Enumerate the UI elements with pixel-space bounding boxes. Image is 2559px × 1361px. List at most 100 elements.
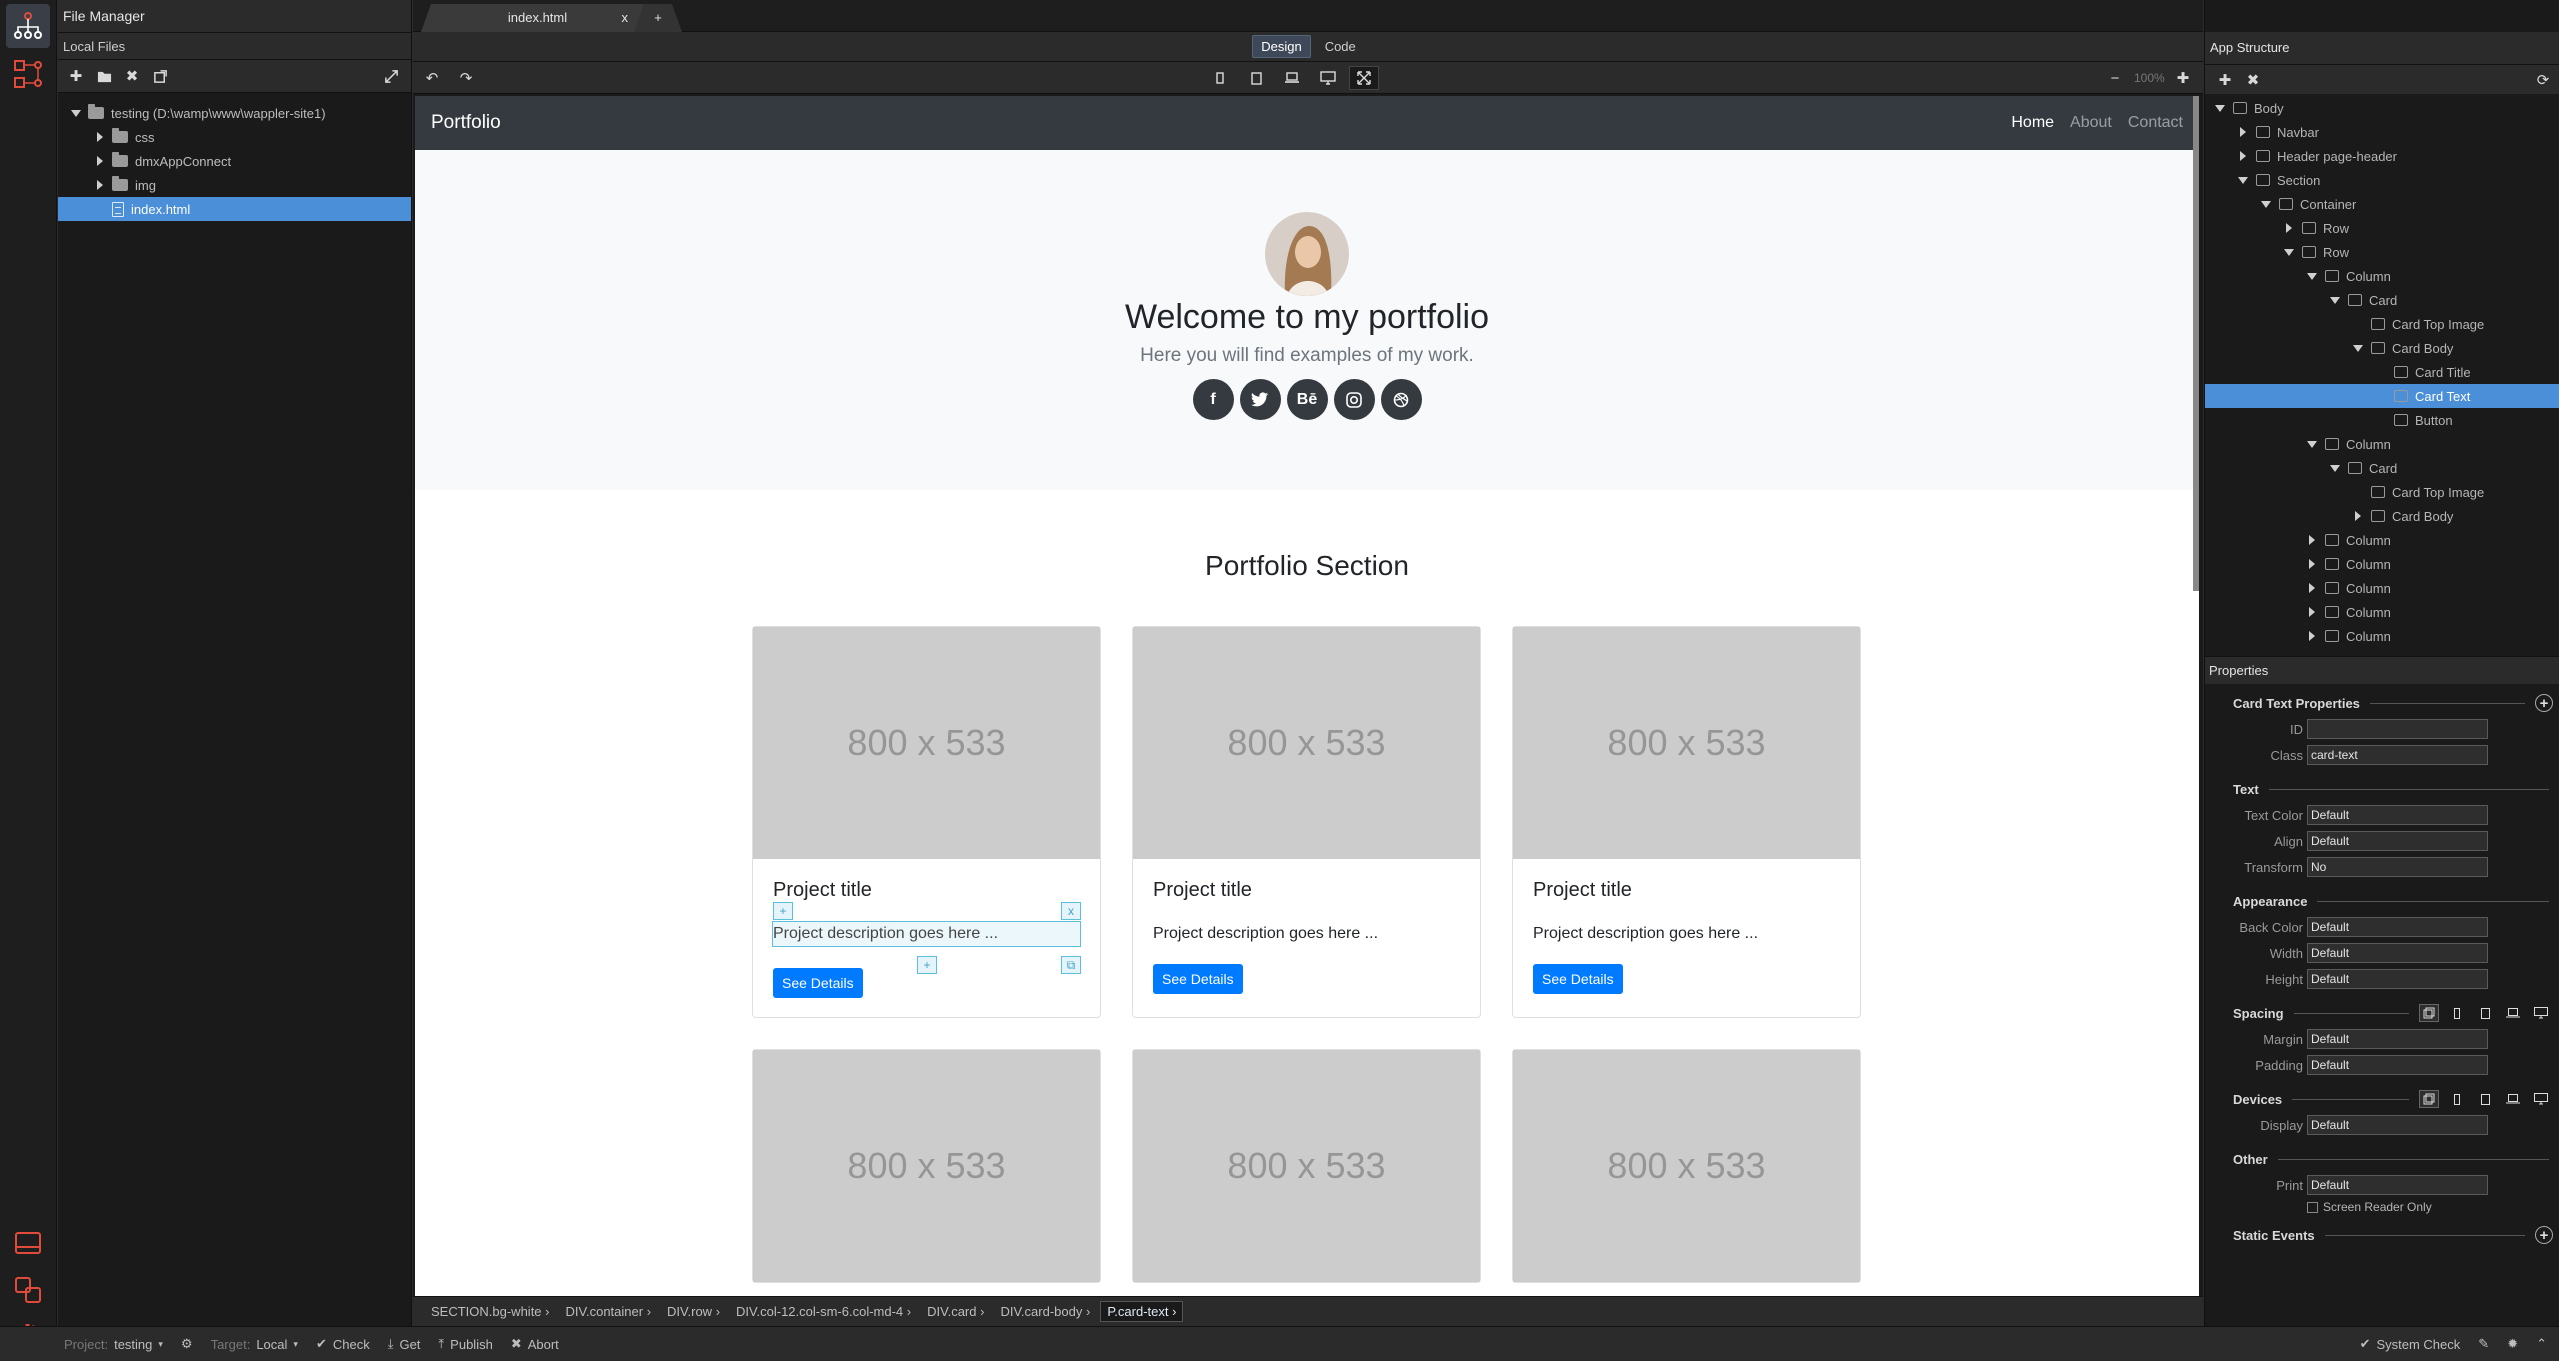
app-structure-icon[interactable] <box>6 4 50 48</box>
card-text-selected[interactable]: Project description goes here ... <box>772 921 1081 947</box>
structure-node[interactable]: Section <box>2205 168 2559 192</box>
print-select[interactable]: Default <box>2307 1175 2488 1195</box>
structure-node[interactable]: Card Top Image <box>2205 312 2559 336</box>
chevron-right-icon[interactable] <box>2309 535 2315 545</box>
text-color-select[interactable]: Default <box>2307 805 2488 825</box>
structure-node[interactable]: Column <box>2205 624 2559 648</box>
folder-tree-item[interactable]: testing (D:\wamp\www\wappler-site1) <box>58 101 411 125</box>
laptop-icon[interactable] <box>2503 1090 2523 1108</box>
chevron-down-icon[interactable] <box>2330 296 2340 304</box>
instagram-icon[interactable] <box>1333 379 1375 420</box>
chevron-right-icon[interactable] <box>97 156 103 166</box>
structure-node[interactable]: Container <box>2205 192 2559 216</box>
page-brand[interactable]: Portfolio <box>431 112 1995 134</box>
publish-button[interactable]: ⤒ Publish <box>438 1336 492 1352</box>
chevron-down-icon[interactable] <box>2215 104 2225 112</box>
chevron-down-icon[interactable] <box>2284 248 2294 256</box>
card[interactable]: 800 x 533 Project title Project descript… <box>1512 626 1861 1018</box>
structure-node[interactable]: Header page-header <box>2205 144 2559 168</box>
chevron-down-icon[interactable] <box>2261 200 2271 208</box>
bug-icon[interactable]: ✹ <box>2507 1336 2518 1352</box>
breadcrumb-item[interactable]: DIV.col-12.col-sm-6.col-md-4 › <box>730 1302 917 1321</box>
refresh-icon[interactable] <box>148 64 172 88</box>
screen-reader-checkbox[interactable] <box>2307 1201 2318 1213</box>
folder-tree-item[interactable]: css <box>58 125 411 149</box>
nav-link-contact[interactable]: Contact <box>2128 114 2183 132</box>
structure-node[interactable]: Card Text <box>2205 384 2559 408</box>
chevron-right-icon[interactable] <box>97 132 103 142</box>
new-file-icon[interactable]: ✚ <box>64 64 88 88</box>
get-button[interactable]: ⤓ Get <box>388 1336 421 1352</box>
delete-icon[interactable]: ✖ <box>120 64 144 88</box>
project-selector[interactable]: Project: testing ▾ <box>64 1337 163 1352</box>
chevron-right-icon[interactable] <box>2309 631 2315 641</box>
device-tablet-icon[interactable] <box>1241 66 1271 90</box>
class-field[interactable]: card-text <box>2307 745 2488 765</box>
card-text[interactable]: Project description goes here ... <box>1533 925 1840 943</box>
selection-remove-icon[interactable]: x <box>1061 902 1081 920</box>
add-event-icon[interactable]: + <box>2535 1226 2553 1244</box>
chevron-right-icon[interactable] <box>2355 511 2361 521</box>
selection-add-before-icon[interactable]: + <box>773 902 793 920</box>
width-select[interactable]: Default <box>2307 943 2488 963</box>
nav-link-about[interactable]: About <box>2070 114 2112 132</box>
chevron-down-icon[interactable] <box>2307 440 2317 448</box>
padding-select[interactable]: Default <box>2307 1055 2488 1075</box>
chevron-down-icon[interactable] <box>2330 464 2340 472</box>
add-property-icon[interactable]: + <box>2535 694 2553 712</box>
remove-component-icon[interactable]: ✖ <box>2241 68 2265 92</box>
all-devices-icon[interactable] <box>2419 1004 2439 1022</box>
see-details-button[interactable]: See Details <box>1153 964 1243 994</box>
id-field[interactable] <box>2307 719 2488 739</box>
resource-manager-icon[interactable] <box>6 1268 50 1312</box>
breadcrumb-item[interactable]: P.card-text › <box>1100 1301 1184 1322</box>
chevron-down-icon[interactable] <box>2238 176 2248 184</box>
code-mode-button[interactable]: Code <box>1317 36 1364 57</box>
selection-add-after-icon[interactable]: + <box>917 956 937 974</box>
zoom-out-icon[interactable]: − <box>2103 66 2127 90</box>
twitter-icon[interactable] <box>1239 379 1281 420</box>
check-button[interactable]: ✔ Check <box>316 1336 370 1352</box>
breadcrumb-item[interactable]: DIV.container › <box>560 1302 658 1321</box>
nav-link-home[interactable]: Home <box>2011 114 2054 132</box>
collapse-up-icon[interactable]: ⌃ <box>2536 1336 2547 1352</box>
chevron-right-icon[interactable] <box>2309 583 2315 593</box>
device-phone-icon[interactable] <box>1205 66 1235 90</box>
card[interactable]: 800 x 533 Project title Project descript… <box>1132 626 1481 1018</box>
behance-icon[interactable]: Bē <box>1286 379 1328 420</box>
structure-node[interactable]: Button <box>2205 408 2559 432</box>
align-select[interactable]: Default <box>2307 831 2488 851</box>
laptop-icon[interactable] <box>2503 1004 2523 1022</box>
all-devices-icon[interactable] <box>2419 1090 2439 1108</box>
structure-node[interactable]: Navbar <box>2205 120 2559 144</box>
broom-icon[interactable]: ✎ <box>2478 1336 2489 1352</box>
structure-node[interactable]: Column <box>2205 600 2559 624</box>
tab-index-html[interactable]: index.html x <box>421 4 654 32</box>
card[interactable]: 800 x 533 <box>752 1049 1101 1283</box>
height-select[interactable]: Default <box>2307 969 2488 989</box>
chevron-right-icon[interactable] <box>2240 127 2246 137</box>
structure-node[interactable]: Card Title <box>2205 360 2559 384</box>
design-mode-button[interactable]: Design <box>1252 35 1311 58</box>
desktop-icon[interactable] <box>2531 1004 2551 1022</box>
back-color-select[interactable]: Default <box>2307 917 2488 937</box>
structure-node[interactable]: Column <box>2205 264 2559 288</box>
dribbble-icon[interactable] <box>1380 379 1422 420</box>
device-desktop-icon[interactable] <box>1313 66 1343 90</box>
chevron-down-icon[interactable] <box>71 109 81 117</box>
structure-node[interactable]: Card <box>2205 288 2559 312</box>
phone-icon[interactable] <box>2447 1004 2467 1022</box>
structure-node[interactable]: Card Top Image <box>2205 480 2559 504</box>
target-selector[interactable]: Target: Local ▾ <box>211 1337 298 1352</box>
abort-button[interactable]: ✖ Abort <box>511 1336 559 1352</box>
card[interactable]: 800 x 533 Project title Project descript… <box>752 626 1101 1018</box>
project-settings-icon[interactable]: ⚙ <box>181 1336 193 1352</box>
card-text[interactable]: Project description goes here ... <box>1153 925 1460 943</box>
structure-node[interactable]: Body <box>2205 96 2559 120</box>
margin-select[interactable]: Default <box>2307 1029 2488 1049</box>
structure-node[interactable]: Card Body <box>2205 504 2559 528</box>
structure-node[interactable]: Row <box>2205 216 2559 240</box>
display-select[interactable]: Default <box>2307 1115 2488 1135</box>
tab-close-icon[interactable]: x <box>622 4 629 32</box>
new-folder-icon[interactable] <box>92 64 116 88</box>
